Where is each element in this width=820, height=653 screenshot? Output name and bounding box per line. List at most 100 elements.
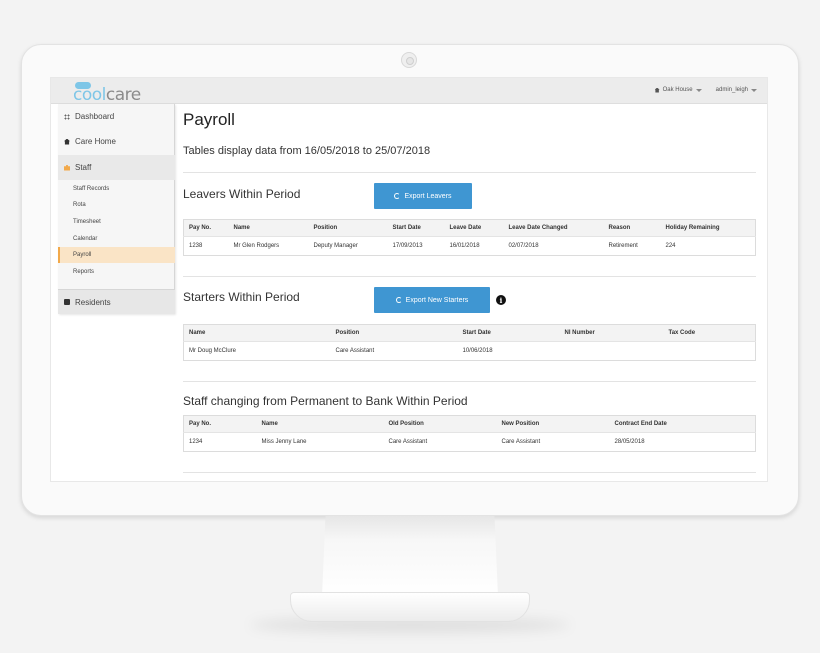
table-row[interactable]: Mr Doug McClure Care Assistant 10/06/201… <box>184 342 756 361</box>
leavers-table: Pay No. Name Position Start Date Leave D… <box>183 219 756 256</box>
sidebar-item-label: Residents <box>75 297 111 307</box>
table-cell: Miss Jenny Lane <box>261 439 307 445</box>
sidebar: Dashboard Care Home Staff Staff Records … <box>58 104 175 314</box>
sidebar-item-label: Care Home <box>75 137 116 146</box>
column-header: Leave Date Changed <box>503 219 604 237</box>
column-header: Contract End Date <box>609 415 756 433</box>
column-header: Holiday Remaining <box>660 219 756 237</box>
column-header: Start Date <box>457 324 560 342</box>
table-cell: 28/05/2018 <box>614 439 645 445</box>
monitor-stand-base <box>290 592 530 622</box>
starters-table: Name Position Start Date NI Number Tax C… <box>183 324 756 361</box>
app-screen: coolcare Oak House admin_leigh Dashboard… <box>50 77 768 482</box>
column-header: Position <box>308 219 388 237</box>
export-icon <box>394 193 401 199</box>
monitor-mockup: coolcare Oak House admin_leigh Dashboard… <box>0 0 820 653</box>
logo-text-cool: cool <box>73 85 106 105</box>
table-cell: 17/09/2013 <box>392 243 423 249</box>
sidebar-item-label: Calendar <box>73 236 98 242</box>
column-header: Leave Date <box>444 219 504 237</box>
table-cell: 02/07/2018 <box>508 243 539 249</box>
sidebar-item-dashboard[interactable]: Dashboard <box>58 104 175 129</box>
column-header: Name <box>228 219 309 237</box>
table-cell: 1234 <box>189 439 203 445</box>
sidebar-item-label: Staff <box>75 163 92 172</box>
table-cell: 16/01/2018 <box>449 243 480 249</box>
table-header-row: Pay No. Name Old Position New Position C… <box>183 415 756 433</box>
column-header: Name <box>183 324 331 342</box>
table-row[interactable]: 1238 Mr Glen Rodgers Deputy Manager 17/0… <box>184 237 756 256</box>
export-new-starters-button[interactable]: Export New Starters <box>374 287 490 313</box>
column-header: Name <box>256 415 384 433</box>
home-icon <box>654 87 660 93</box>
sidebar-item-staff-records[interactable]: Staff Records <box>58 181 175 197</box>
table-cell: 1238 <box>189 243 203 249</box>
sidebar-item-label: Payroll <box>73 252 92 258</box>
main-content: Payroll Tables display data from 16/05/2… <box>183 104 756 481</box>
column-header: Old Position <box>383 415 497 433</box>
info-icon[interactable]: i <box>496 295 506 305</box>
table-cell: Care Assistant <box>501 439 541 445</box>
sidebar-item-timesheet[interactable]: Timesheet <box>58 214 175 230</box>
divider <box>183 172 756 173</box>
top-nav: Oak House admin_leigh <box>654 87 757 93</box>
button-label: Export Leavers <box>404 192 452 200</box>
table-cell: Mr Glen Rodgers <box>233 243 280 249</box>
sidebar-item-rota[interactable]: Rota <box>58 197 175 213</box>
column-header: New Position <box>496 415 610 433</box>
sidebar-item-residents[interactable]: Residents <box>58 289 175 314</box>
page-title: Payroll <box>183 110 235 129</box>
sidebar-item-reports[interactable]: Reports <box>58 264 175 280</box>
table-cell: Retirement <box>608 243 638 249</box>
logo-text-care: care <box>105 85 141 105</box>
export-icon <box>395 297 402 303</box>
sidebar-item-payroll[interactable]: Payroll <box>58 247 175 263</box>
home-icon <box>64 138 70 145</box>
table-cell: 224 <box>665 243 676 249</box>
location-dropdown[interactable]: Oak House <box>654 87 702 93</box>
sidebar-item-label: Timesheet <box>73 219 101 225</box>
divider <box>183 276 756 277</box>
column-header: Position <box>330 324 458 342</box>
divider <box>183 472 756 473</box>
divider <box>183 381 756 382</box>
bank-heading: Staff changing from Permanent to Bank Wi… <box>183 394 468 408</box>
sidebar-item-label: Reports <box>73 269 95 275</box>
column-header: Start Date <box>387 219 445 237</box>
top-bar: coolcare Oak House admin_leigh <box>51 78 767 105</box>
table-header-row: Pay No. Name Position Start Date Leave D… <box>183 219 756 237</box>
coolcare-logo[interactable]: coolcare <box>73 85 141 105</box>
sidebar-item-label: Rota <box>73 202 86 208</box>
table-cell <box>664 342 756 361</box>
grid-icon <box>64 113 70 120</box>
export-leavers-button[interactable]: Export Leavers <box>374 183 472 209</box>
table-cell: Deputy Manager <box>313 243 358 249</box>
starters-heading: Starters Within Period <box>183 290 300 304</box>
sidebar-item-staff[interactable]: Staff <box>58 155 175 180</box>
period-text: Tables display data from 16/05/2018 to 2… <box>183 145 431 157</box>
button-label: Export New Starters <box>405 296 469 304</box>
column-header: Tax Code <box>663 324 756 342</box>
table-cell: Care Assistant <box>388 439 428 445</box>
briefcase-icon <box>64 164 70 171</box>
column-header: Pay No. <box>183 219 229 237</box>
bank-table: Pay No. Name Old Position New Position C… <box>183 415 756 452</box>
leavers-heading: Leavers Within Period <box>183 187 301 201</box>
sidebar-item-calendar[interactable]: Calendar <box>58 231 175 247</box>
table-cell: Mr Doug McClure <box>189 348 237 354</box>
user-dropdown[interactable]: admin_leigh <box>716 87 757 93</box>
column-header: NI Number <box>559 324 664 342</box>
sidebar-item-label: Staff Records <box>73 186 110 192</box>
column-header: Pay No. <box>183 415 257 433</box>
chevron-down-icon <box>751 88 757 92</box>
location-label: Oak House <box>662 87 693 93</box>
chevron-down-icon <box>695 88 702 92</box>
column-header: Reason <box>603 219 661 237</box>
sidebar-item-care-home[interactable]: Care Home <box>58 129 175 154</box>
bed-icon <box>64 299 70 305</box>
table-row[interactable]: 1234 Miss Jenny Lane Care Assistant Care… <box>184 433 756 452</box>
user-label: admin_leigh <box>715 87 748 93</box>
table-header-row: Name Position Start Date NI Number Tax C… <box>183 324 756 342</box>
monitor-stand-neck <box>322 516 498 596</box>
table-cell: Care Assistant <box>335 348 375 354</box>
